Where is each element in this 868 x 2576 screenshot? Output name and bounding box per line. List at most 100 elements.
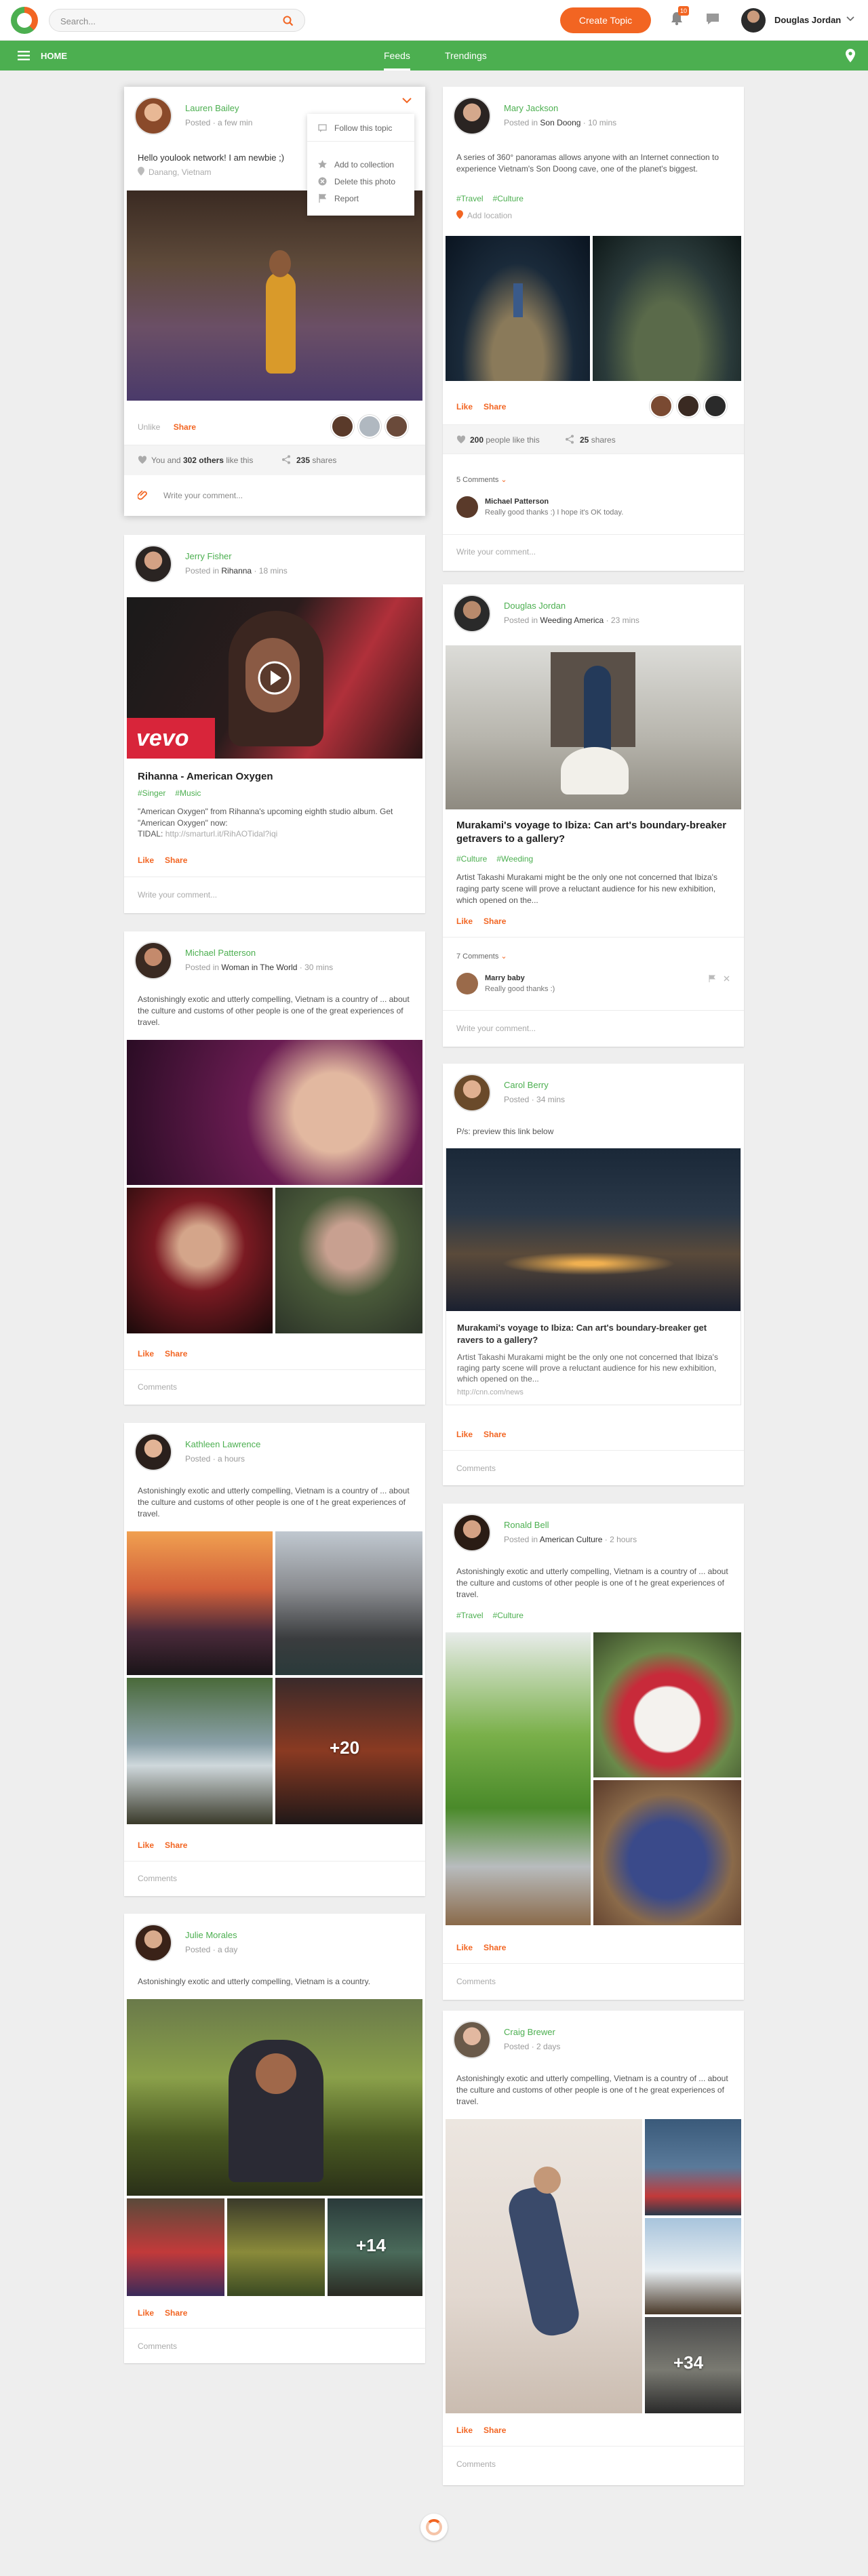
share-button[interactable]: Share <box>174 422 196 432</box>
like-button[interactable]: Like <box>138 2308 154 2318</box>
post-title[interactable]: Rihanna - American Oxygen <box>138 770 412 784</box>
heart-icon[interactable] <box>138 456 147 464</box>
share-button[interactable]: Share <box>165 1840 187 1850</box>
post-image[interactable]: +14 <box>328 2198 422 2296</box>
link-preview[interactable]: Murakami's voyage to Ibiza: Can art's bo… <box>446 1148 741 1405</box>
liker-avatar[interactable] <box>650 395 673 418</box>
liker-avatar[interactable] <box>385 415 408 438</box>
share-button[interactable]: Share <box>165 856 187 865</box>
share-button[interactable]: Share <box>484 1943 506 1952</box>
comment-input[interactable]: Write your comment... <box>456 1024 536 1033</box>
avatar[interactable] <box>134 1433 172 1471</box>
play-icon[interactable] <box>258 661 292 695</box>
search-icon[interactable] <box>283 16 294 26</box>
post-image[interactable] <box>645 2119 741 2215</box>
attach-icon[interactable] <box>138 489 149 500</box>
tag[interactable]: #Culture <box>493 194 524 203</box>
liker-avatar[interactable] <box>677 395 700 418</box>
like-button[interactable]: Like <box>456 402 473 411</box>
user-avatar[interactable] <box>741 8 766 33</box>
post-image[interactable] <box>127 1999 422 2196</box>
post-image[interactable] <box>593 236 741 381</box>
commenter-name[interactable]: Marry baby <box>485 974 525 982</box>
post-image[interactable] <box>593 1632 741 1777</box>
tag[interactable]: #Singer <box>138 788 165 798</box>
post-image[interactable] <box>127 1678 273 1824</box>
menu-item-follow[interactable]: Follow this topic <box>334 123 392 133</box>
author-name[interactable]: Craig Brewer <box>504 2027 555 2037</box>
author-name[interactable]: Lauren Bailey <box>185 103 239 113</box>
like-button[interactable]: Like <box>456 2426 473 2435</box>
tab-trendings[interactable]: Trendings <box>445 41 487 71</box>
post-image[interactable] <box>446 645 741 809</box>
avatar[interactable] <box>453 1074 491 1112</box>
share-icon[interactable] <box>281 455 291 464</box>
post-image[interactable] <box>645 2218 741 2314</box>
share-button[interactable]: Share <box>484 917 506 926</box>
author-name[interactable]: Julie Morales <box>185 1930 237 1940</box>
post-image[interactable] <box>127 190 422 401</box>
post-image[interactable] <box>593 1780 741 1925</box>
share-button[interactable]: Share <box>165 1349 187 1359</box>
comment-input[interactable]: Write your comment... <box>163 491 243 500</box>
post-image[interactable] <box>127 1188 273 1333</box>
like-button[interactable]: Like <box>138 1840 154 1850</box>
comment-input[interactable]: Write your comment... <box>138 890 217 900</box>
more-photos-count[interactable]: +20 <box>330 1737 359 1758</box>
comments-link[interactable]: Comments <box>138 2341 177 2351</box>
post-image[interactable] <box>275 1188 422 1333</box>
liker-avatar[interactable] <box>331 415 354 438</box>
comment-avatar[interactable] <box>456 496 478 518</box>
chat-icon[interactable] <box>705 12 720 26</box>
avatar[interactable] <box>453 97 491 135</box>
comments-link[interactable]: Comments <box>138 1874 177 1883</box>
avatar[interactable] <box>134 1924 172 1962</box>
author-name[interactable]: Mary Jackson <box>504 103 558 113</box>
avatar[interactable] <box>453 595 491 632</box>
author-name[interactable]: Douglas Jordan <box>504 601 566 611</box>
author-name[interactable]: Kathleen Lawrence <box>185 1439 260 1449</box>
user-name[interactable]: Douglas Jordan <box>774 15 841 25</box>
comments-link[interactable]: Comments <box>456 1464 496 1473</box>
share-button[interactable]: Share <box>165 2308 187 2318</box>
location-pin-icon[interactable] <box>845 48 856 63</box>
post-image[interactable] <box>446 236 590 381</box>
meta-place[interactable]: Son Doong <box>540 118 580 127</box>
post-image[interactable]: +20 <box>275 1678 422 1824</box>
avatar[interactable] <box>134 942 172 980</box>
post-image[interactable] <box>227 2198 325 2296</box>
tag[interactable]: #Weeding <box>496 854 533 864</box>
search-box[interactable] <box>49 9 305 32</box>
meta-place[interactable]: Woman in The World <box>221 963 297 972</box>
author-name[interactable]: Ronald Bell <box>504 1520 549 1530</box>
menu-item-collection[interactable]: Add to collection <box>334 160 394 169</box>
tidal-link[interactable]: http://smarturl.it/RihAOTidal?iqi <box>165 829 278 839</box>
menu-icon[interactable] <box>18 51 30 60</box>
like-button[interactable]: Like <box>456 1430 473 1439</box>
link-title[interactable]: Murakami's voyage to Ibiza: Can art's bo… <box>457 1322 730 1346</box>
post-image[interactable] <box>275 1531 422 1675</box>
video-thumbnail[interactable]: vevo <box>127 597 422 759</box>
author-name[interactable]: Carol Berry <box>504 1080 549 1090</box>
avatar[interactable] <box>134 97 172 135</box>
menu-item-delete[interactable]: Delete this photo <box>334 177 395 186</box>
like-button[interactable]: Like <box>456 917 473 926</box>
meta-place[interactable]: American Culture <box>540 1535 603 1544</box>
more-photos-count[interactable]: +14 <box>356 2235 386 2256</box>
comment-avatar[interactable] <box>456 973 478 994</box>
likes-count[interactable]: 200 <box>470 435 484 445</box>
comments-link[interactable]: Comments <box>456 2459 496 2469</box>
comments-toggle[interactable]: 7 Comments ⌄ <box>456 952 507 961</box>
tag[interactable]: #Culture <box>456 854 487 864</box>
post-image[interactable] <box>127 2198 224 2296</box>
comments-link[interactable]: Comments <box>456 1977 496 1986</box>
post-image[interactable] <box>446 2119 642 2413</box>
add-location-link[interactable]: Add location <box>467 211 512 220</box>
link-preview-image[interactable] <box>446 1148 741 1311</box>
nav-home[interactable]: HOME <box>41 51 67 61</box>
post-title[interactable]: Murakami's voyage to Ibiza: Can art's bo… <box>456 819 730 846</box>
chevron-down-icon[interactable] <box>402 98 412 104</box>
flag-icon[interactable] <box>709 975 715 982</box>
app-logo[interactable] <box>11 7 38 34</box>
comments-link[interactable]: Comments <box>138 1382 177 1392</box>
